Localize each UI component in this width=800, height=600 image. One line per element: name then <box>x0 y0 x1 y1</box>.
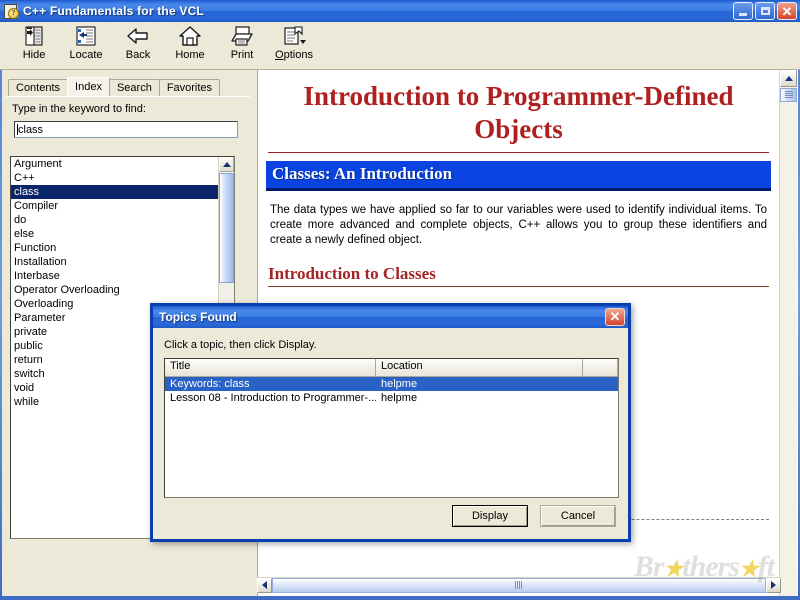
tab-index[interactable]: Index <box>67 77 110 96</box>
title-divider <box>268 152 769 153</box>
chevron-up-icon <box>784 76 793 81</box>
maximize-button[interactable] <box>755 2 775 20</box>
paragraph-intro: The data types we have applied so far to… <box>270 204 767 246</box>
window-controls: ✕ <box>733 2 797 20</box>
tab-favorites-label: Favorites <box>166 82 213 94</box>
toolbar-label-options-rest: ptions <box>283 49 313 61</box>
list-item[interactable]: C++ <box>11 171 218 185</box>
title-bar: ? C++ Fundamentals for the VCL ✕ <box>0 0 800 22</box>
toolbar-label-back: Back <box>125 49 151 61</box>
keyword-label: Type in the keyword to find: <box>12 103 146 115</box>
dialog-title-bar: Topics Found ✕ <box>153 306 628 328</box>
tab-contents[interactable]: Contents <box>8 79 69 96</box>
document-scrollbar[interactable] <box>779 70 797 596</box>
scroll-up-button[interactable] <box>219 157 234 172</box>
scrollbar-grip-icon <box>515 581 523 589</box>
scrollbar-thumb[interactable] <box>780 88 797 102</box>
close-icon: ✕ <box>781 3 793 19</box>
topics-found-dialog: Topics Found ✕ Click a topic, then click… <box>150 303 631 542</box>
chevron-up-icon <box>222 162 231 167</box>
window-title: C++ Fundamentals for the VCL <box>23 4 204 18</box>
cell-title: Lesson 08 - Introduction to Programmer-.… <box>170 392 376 404</box>
toolbar-button-options[interactable]: Options <box>268 22 320 68</box>
chevron-left-icon <box>262 581 267 589</box>
navigation-tabs: Contents Index Search Favorites <box>8 77 221 96</box>
horizontal-scroll-track[interactable] <box>272 577 766 593</box>
tab-favorites[interactable]: Favorites <box>158 79 221 96</box>
column-header-spacer <box>583 359 618 376</box>
list-item[interactable]: Compiler <box>11 199 218 213</box>
minimize-icon <box>739 12 747 16</box>
dialog-title: Topics Found <box>159 310 237 324</box>
keyword-input[interactable]: class <box>14 121 238 138</box>
tab-index-label: Index <box>75 81 102 93</box>
list-item[interactable]: Operator Overloading <box>11 283 218 297</box>
close-button[interactable]: ✕ <box>777 2 797 20</box>
printer-icon <box>229 25 255 47</box>
subsection-heading: Introduction to Classes <box>268 264 436 283</box>
chevron-right-icon <box>771 581 776 589</box>
keyword-input-value: class <box>18 124 44 136</box>
toolbar-label-locate: Locate <box>69 49 103 61</box>
maximize-icon <box>760 7 770 15</box>
application-window: ? C++ Fundamentals for the VCL ✕ Hide Lo… <box>0 0 800 600</box>
tab-search-label: Search <box>116 82 152 94</box>
cell-title: Keywords: class <box>170 378 250 390</box>
list-item[interactable]: Function <box>11 241 218 255</box>
dialog-buttons: Display Cancel <box>452 505 616 527</box>
toolbar: Hide Locate Back Home Print Options <box>0 22 800 70</box>
cell-location: helpme <box>381 392 418 404</box>
toolbar-label-print: Print <box>230 49 254 61</box>
list-item[interactable]: Installation <box>11 255 218 269</box>
scroll-left-button[interactable] <box>257 577 272 593</box>
toolbar-label-home: Home <box>175 49 205 61</box>
scroll-up-button[interactable] <box>780 70 797 87</box>
close-icon: ✕ <box>609 309 621 324</box>
tab-contents-label: Contents <box>16 82 61 94</box>
section-heading-band: Classes: An Introduction <box>266 161 771 191</box>
cell-location: helpme <box>381 378 418 390</box>
toolbar-button-home[interactable]: Home <box>164 22 216 68</box>
dialog-cancel-button[interactable]: Cancel <box>540 505 616 527</box>
toolbar-button-locate[interactable]: Locate <box>60 22 112 68</box>
toolbar-label-hide: Hide <box>22 49 46 61</box>
column-header-title[interactable]: Title <box>165 359 376 376</box>
list-item[interactable]: do <box>11 213 218 227</box>
dialog-close-button[interactable]: ✕ <box>605 308 625 326</box>
toolbar-button-back[interactable]: Back <box>112 22 164 68</box>
hide-pane-icon <box>21 25 47 47</box>
column-header-location[interactable]: Location <box>376 359 583 376</box>
horizontal-scrollbar[interactable] <box>257 577 781 593</box>
toolbar-button-hide[interactable]: Hide <box>8 22 60 68</box>
subsection-divider <box>268 286 769 287</box>
scroll-right-button[interactable] <box>766 577 781 593</box>
topics-list[interactable]: Title Location Keywords: class helpme Le… <box>164 358 619 498</box>
scrollbar-thumb[interactable] <box>219 173 234 283</box>
topics-list-header: Title Location <box>165 359 618 377</box>
dialog-display-button[interactable]: Display <box>452 505 528 527</box>
list-item[interactable]: Interbase <box>11 269 218 283</box>
list-item-selected[interactable]: class <box>11 185 218 199</box>
help-book-icon: ? <box>3 3 19 19</box>
minimize-button[interactable] <box>733 2 753 20</box>
horizontal-scrollbar-thumb[interactable] <box>272 577 766 593</box>
home-icon <box>177 25 203 47</box>
back-arrow-icon <box>125 25 151 47</box>
page-title: Introduction to Programmer-Defined Objec… <box>303 81 734 144</box>
list-item[interactable]: Argument <box>11 157 218 171</box>
toolbar-button-print[interactable]: Print <box>216 22 268 68</box>
list-item[interactable]: else <box>11 227 218 241</box>
toolbar-label-options: Options <box>275 49 313 61</box>
tab-search[interactable]: Search <box>108 79 160 96</box>
dialog-body: Click a topic, then click Display. Title… <box>153 328 628 539</box>
scrollbar-grip-icon <box>784 91 793 99</box>
table-row[interactable]: Lesson 08 - Introduction to Programmer-.… <box>165 391 618 405</box>
locate-icon <box>73 25 99 47</box>
table-row[interactable]: Keywords: class helpme <box>165 377 618 391</box>
dialog-instruction: Click a topic, then click Display. <box>164 339 317 351</box>
options-icon <box>281 25 307 47</box>
